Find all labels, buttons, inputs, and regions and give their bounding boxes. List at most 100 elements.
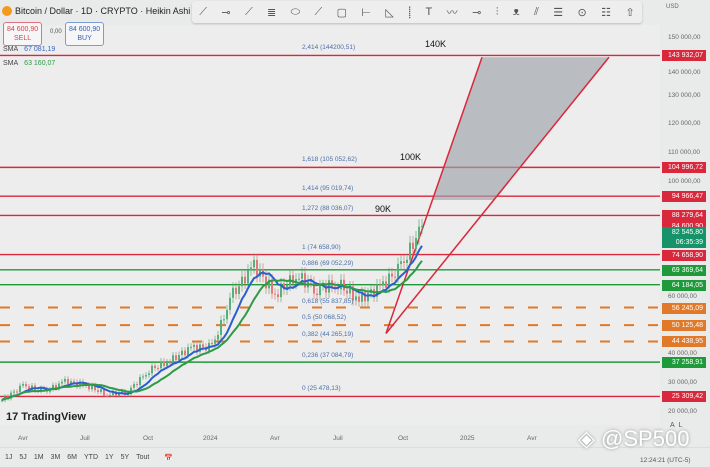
candle xyxy=(244,276,246,284)
sma-name: SMA xyxy=(3,46,19,53)
candle xyxy=(301,273,303,279)
range-button-ytd[interactable]: YTD xyxy=(84,454,98,461)
sma-value: 63 160,07 xyxy=(24,60,56,67)
fib-level-label: 2,414 (144200,51) xyxy=(302,43,356,51)
price-tag: 50 125,48 xyxy=(662,320,706,332)
candle xyxy=(355,296,357,301)
candle xyxy=(19,385,21,393)
candle xyxy=(256,259,258,277)
tv-logo-icon: 17 xyxy=(6,411,22,423)
horizontal-ray-icon[interactable]: ⊸ xyxy=(221,6,230,19)
buy-button[interactable]: 84 600,90 BUY xyxy=(65,22,105,46)
candle xyxy=(73,381,75,383)
candle xyxy=(109,395,111,397)
range-button-3m[interactable]: 3M xyxy=(51,454,61,461)
sma-indicator-1[interactable]: SMA 67 081,19 xyxy=(3,46,55,53)
regression-icon[interactable]: ☷ xyxy=(601,6,611,19)
range-button-1m[interactable]: 1M xyxy=(34,454,44,461)
rectangle-icon[interactable]: ▢ xyxy=(337,6,347,19)
watermark-text: @SP500 xyxy=(601,426,690,451)
drawing-toolbar: ⟋ ⊸ ⟋ ≣ ⬭ ⟋ ▢ ⊢ ◺ ⸽ T 〰 ⊸ ⫶ ᴥ ⫽ ☰ ⊙ ☷ ⇧ xyxy=(192,1,642,23)
candle xyxy=(223,319,225,321)
candle xyxy=(172,355,174,363)
long-position-icon[interactable]: ⫶ xyxy=(496,6,499,19)
candle xyxy=(142,376,144,378)
currency-selector[interactable]: USD xyxy=(666,4,679,10)
time-axis-label: Avr xyxy=(270,435,280,442)
candle xyxy=(379,284,381,286)
price-axis-label: 120 000,00 xyxy=(668,120,701,128)
price-tag: 88 279,64 xyxy=(662,210,706,222)
candle xyxy=(193,344,195,347)
candle xyxy=(229,297,231,310)
tradingview-logo[interactable]: 17 TradingView xyxy=(6,411,86,423)
price-chart[interactable] xyxy=(0,0,710,467)
calendar-icon[interactable]: 📅 xyxy=(164,454,173,462)
target-label-100k: 100K xyxy=(400,152,422,162)
candle xyxy=(358,296,360,302)
path-icon[interactable]: 〰 xyxy=(447,4,458,20)
candle xyxy=(154,365,156,369)
price-axis-label: 20 000,00 xyxy=(668,407,697,415)
price-axis-label: 110 000,00 xyxy=(668,149,701,156)
brush-icon[interactable]: ⟋ xyxy=(314,6,322,19)
range-button-5y[interactable]: 5Y xyxy=(121,454,130,461)
candle xyxy=(247,270,249,284)
candle xyxy=(16,391,18,393)
ray-icon[interactable]: ⟋ xyxy=(245,6,253,19)
candle xyxy=(397,263,399,278)
fib-level-label: 0 (25 478,13) xyxy=(302,385,341,392)
range-button-1y[interactable]: 1Y xyxy=(105,454,114,461)
sell-button[interactable]: 84 600,90 SELL xyxy=(3,22,43,46)
price-axis-label: 150 000,00 xyxy=(668,34,701,41)
vertical-line-icon[interactable]: ⸽ xyxy=(408,5,411,20)
candle xyxy=(13,391,15,393)
price-axis-label: 30 000,00 xyxy=(668,379,697,386)
triangle-icon[interactable]: ◺ xyxy=(385,6,393,19)
candle xyxy=(367,292,369,302)
candle xyxy=(250,267,252,271)
ellipse-icon[interactable]: ⬭ xyxy=(291,6,300,19)
price-tag: 44 438,95 xyxy=(662,336,706,348)
candle xyxy=(151,365,153,374)
candle xyxy=(253,259,255,268)
price-tag: 74 658,90 xyxy=(662,249,706,261)
candle xyxy=(133,384,135,388)
range-button-6m[interactable]: 6M xyxy=(67,454,77,461)
trend-line-icon[interactable]: ⟋ xyxy=(199,6,207,19)
spread: 0,00 xyxy=(50,29,62,35)
fib-level-label: 0,236 (37 084,79) xyxy=(302,351,354,359)
clock: 12:24:21 (UTC-5) xyxy=(640,457,691,464)
range-button-1j[interactable]: 1J xyxy=(5,454,12,461)
brand-name: TradingView xyxy=(21,411,86,423)
fib-channel-icon[interactable]: ☰ xyxy=(553,6,563,19)
watermark: ◈ @SP500 xyxy=(578,426,689,452)
arrow-marker-icon[interactable]: ⊸ xyxy=(472,6,481,19)
time-axis-label: Oct xyxy=(398,435,409,442)
pen-icon[interactable]: ⫽ xyxy=(534,6,539,19)
candle xyxy=(160,361,162,369)
sma-name: SMA xyxy=(3,60,19,67)
buy-label: BUY xyxy=(77,35,92,42)
candle xyxy=(346,290,348,294)
text-icon[interactable]: T xyxy=(426,6,433,18)
sma-indicator-2[interactable]: SMA 63 160,07 xyxy=(3,60,55,67)
price-tag: 104 996,72 xyxy=(662,162,706,174)
parallel-channel-icon[interactable]: ≣ xyxy=(267,6,276,19)
target-label-140k: 140K xyxy=(425,39,447,49)
binance-icon: ◈ xyxy=(578,426,595,451)
symbol-header[interactable]: Bitcoin / Dollar · 1D · CRYPTO · Heikin … xyxy=(2,6,190,16)
arrow-up-icon[interactable]: ⇧ xyxy=(625,6,634,19)
pattern-icon[interactable]: ᴥ xyxy=(513,6,520,18)
candle xyxy=(274,293,276,295)
candle xyxy=(91,385,93,390)
range-button-5j[interactable]: 5J xyxy=(19,454,26,461)
date-range-icon[interactable]: ⊢ xyxy=(361,6,371,19)
range-button-tout[interactable]: Tout xyxy=(136,454,149,461)
time-axis-label: Avr xyxy=(18,435,28,442)
candle xyxy=(178,354,180,361)
circle-icon[interactable]: ⊙ xyxy=(578,6,587,19)
bitcoin-icon xyxy=(2,6,12,16)
time-axis-label: Juil xyxy=(333,435,343,442)
time-axis-label: 2025 xyxy=(460,435,475,442)
